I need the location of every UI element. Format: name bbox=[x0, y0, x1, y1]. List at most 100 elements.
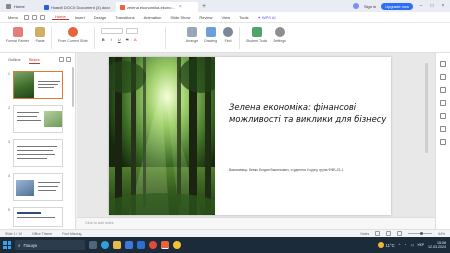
zoom-slider[interactable] bbox=[408, 232, 433, 235]
wps-ai-button[interactable]: ✦ WPS AI bbox=[254, 15, 278, 20]
home-tab-label: Home bbox=[14, 3, 25, 9]
paste-button[interactable]: Paste bbox=[35, 27, 46, 43]
font-missing-indicator[interactable]: Font Missing bbox=[62, 232, 81, 236]
store-icon[interactable] bbox=[125, 241, 133, 249]
font-color-button[interactable]: A bbox=[133, 37, 138, 42]
tab-presentation[interactable]: zelena ekonomika-ekono... × bbox=[116, 2, 198, 12]
slides-pane-scrollbar[interactable] bbox=[72, 67, 74, 107]
underline-button[interactable]: U bbox=[117, 37, 122, 42]
shapes-icon[interactable] bbox=[440, 100, 446, 106]
slide-thumbnail[interactable] bbox=[13, 173, 63, 201]
slide-thumb-row[interactable]: 1 bbox=[4, 71, 63, 99]
undo-icon[interactable] bbox=[32, 14, 38, 20]
new-tab-button[interactable]: + bbox=[198, 3, 210, 10]
font-family-select[interactable] bbox=[100, 28, 123, 34]
language-indicator[interactable]: УКР bbox=[417, 243, 424, 247]
wifi-icon[interactable]: ◔ bbox=[404, 243, 406, 247]
chrome-profile-icon[interactable] bbox=[173, 241, 181, 249]
close-tab-icon[interactable]: × bbox=[179, 4, 182, 10]
menu-item-insert[interactable]: Insert bbox=[72, 15, 88, 20]
tab-slides[interactable]: Slides bbox=[28, 57, 40, 64]
slide-thumb-row[interactable]: 5 bbox=[4, 207, 63, 227]
drawing-icon bbox=[205, 27, 216, 37]
find-label: Find bbox=[224, 39, 232, 43]
transition-icon[interactable] bbox=[440, 74, 446, 80]
layout-icon[interactable] bbox=[440, 113, 446, 119]
tab-docx-document[interactable]: Новий DOCX Document (3).docx bbox=[40, 2, 116, 12]
notes-toggle[interactable]: Notes bbox=[360, 232, 369, 236]
zoom-slider-knob[interactable] bbox=[420, 232, 424, 235]
slide-thumbnail[interactable] bbox=[13, 105, 63, 133]
chevron-up-icon[interactable]: ^ bbox=[399, 243, 401, 247]
menu-item-design[interactable]: Design bbox=[91, 15, 109, 20]
menu-item-tools[interactable]: Tools bbox=[236, 15, 251, 20]
taskbar-search[interactable]: ⌕ Пошук bbox=[15, 240, 85, 250]
arrange-button[interactable]: Arrange bbox=[186, 27, 198, 43]
task-view-icon[interactable] bbox=[89, 241, 97, 249]
help-icon[interactable] bbox=[440, 139, 446, 145]
comments-icon[interactable] bbox=[440, 126, 446, 132]
font-size-select[interactable] bbox=[125, 28, 138, 34]
wps-office-icon[interactable] bbox=[161, 241, 169, 249]
file-explorer-icon[interactable] bbox=[113, 241, 121, 249]
close-window-icon[interactable]: × bbox=[440, 3, 446, 9]
drawing-button[interactable]: Drawing bbox=[204, 27, 217, 43]
menu-item-slide-show[interactable]: Slide Show bbox=[167, 15, 193, 20]
theme-name[interactable]: Office Theme bbox=[32, 232, 52, 236]
format-painter-button[interactable]: Format Painter bbox=[6, 27, 29, 43]
windows-start-icon[interactable] bbox=[3, 241, 11, 249]
menu-item-animation[interactable]: Animation bbox=[141, 15, 165, 20]
ribbon-separator bbox=[164, 27, 166, 49]
animation-icon[interactable] bbox=[440, 87, 446, 93]
edge-icon[interactable] bbox=[101, 241, 109, 249]
menu-item-view[interactable]: View bbox=[219, 15, 234, 20]
clock[interactable]: 15:08 12.03.2024 bbox=[428, 241, 446, 249]
italic-button[interactable]: I bbox=[109, 37, 114, 42]
reading-view-icon[interactable] bbox=[397, 231, 403, 236]
current-slide[interactable]: Зелена економіка: фінансові можливості т… bbox=[109, 57, 391, 215]
menu-item-home[interactable]: Home bbox=[52, 14, 69, 20]
normal-view-icon[interactable] bbox=[375, 231, 381, 236]
properties-icon[interactable] bbox=[440, 61, 446, 67]
slide-thumbnail[interactable] bbox=[13, 139, 63, 167]
weather-widget[interactable]: 11°C bbox=[377, 242, 395, 248]
student-tools-button[interactable]: Student Tools bbox=[246, 27, 267, 43]
zoom-level[interactable]: 64% bbox=[438, 232, 445, 236]
forest-image[interactable] bbox=[109, 57, 215, 215]
collapse-pane-icon[interactable] bbox=[66, 57, 71, 62]
slide-thumb-row[interactable]: 2 bbox=[4, 105, 63, 133]
chrome-icon[interactable] bbox=[149, 241, 157, 249]
from-current-slide-button[interactable]: From Current Slide bbox=[58, 27, 88, 43]
menu-item-menu[interactable]: Menu bbox=[5, 15, 21, 20]
from-current-slide-label: From Current Slide bbox=[58, 39, 88, 43]
volume-icon[interactable]: ◁ bbox=[410, 243, 413, 247]
mail-icon[interactable] bbox=[137, 241, 145, 249]
bold-button[interactable]: B bbox=[101, 37, 106, 42]
slides-pane: Outline Slides 1 2 3 4 5 bbox=[0, 53, 76, 229]
redo-icon[interactable] bbox=[40, 14, 46, 20]
notes-area[interactable]: Click to add notes bbox=[77, 217, 435, 229]
pane-layout-icon[interactable] bbox=[59, 57, 64, 62]
find-button[interactable]: Find bbox=[223, 27, 234, 43]
home-tab[interactable]: Home bbox=[0, 0, 40, 12]
strikethrough-button[interactable]: S bbox=[125, 37, 130, 42]
slide-thumb-row[interactable]: 3 bbox=[4, 139, 63, 167]
minimize-icon[interactable]: – bbox=[418, 3, 424, 9]
slide-thumbnail[interactable] bbox=[13, 207, 63, 227]
sign-in-link[interactable]: Sign in bbox=[364, 4, 376, 9]
slide-thumb-row[interactable]: 4 bbox=[4, 173, 63, 201]
tab-docx-label: Новий DOCX Document (3).docx bbox=[51, 4, 111, 10]
slide-title[interactable]: Зелена економіка: фінансові можливості т… bbox=[229, 101, 389, 125]
upgrade-now-button[interactable]: Upgrade now bbox=[381, 2, 413, 10]
canvas-scrollbar[interactable] bbox=[425, 63, 428, 153]
slide-sorter-icon[interactable] bbox=[386, 231, 392, 236]
menu-item-review[interactable]: Review bbox=[196, 15, 215, 20]
menu-item-transitions[interactable]: Transitions bbox=[112, 15, 137, 20]
slide-thumbnail[interactable] bbox=[13, 71, 63, 99]
slide-subtitle[interactable]: Виконавець: Бевко Богдан Васильович, сту… bbox=[229, 168, 389, 172]
save-icon[interactable] bbox=[24, 14, 30, 20]
maximize-icon[interactable]: □ bbox=[429, 3, 435, 9]
avatar[interactable] bbox=[352, 3, 359, 9]
settings-button[interactable]: Settings bbox=[273, 27, 286, 43]
tab-outline[interactable]: Outline bbox=[8, 57, 21, 64]
